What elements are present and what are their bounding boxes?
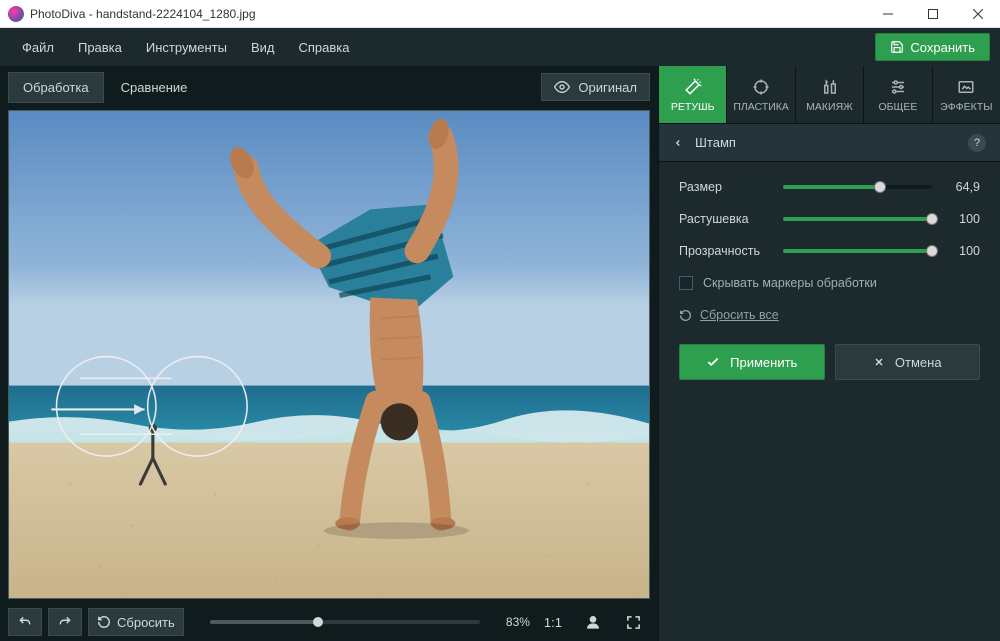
right-pane: РЕТУШЬ ПЛАСТИКА МАКИЯЖ ОБЩЕЕ ЭФФЕКТЫ — [658, 66, 1000, 641]
face-nav-button[interactable] — [576, 608, 610, 636]
size-value: 64,9 — [944, 180, 980, 194]
title-bar: PhotoDiva - handstand-2224104_1280.jpg — [0, 0, 1000, 28]
menu-tools[interactable]: Инструменты — [134, 34, 239, 61]
size-label: Размер — [679, 180, 771, 194]
tab-compare[interactable]: Сравнение — [106, 72, 203, 103]
opacity-slider[interactable] — [783, 249, 932, 253]
panel-title: Штамп — [695, 135, 736, 150]
menu-view[interactable]: Вид — [239, 34, 287, 61]
face-icon — [585, 614, 601, 630]
panel-header: Штамп ? — [659, 124, 1000, 162]
eye-icon — [554, 79, 570, 95]
zoom-value: 83% — [506, 615, 530, 629]
undo-button[interactable] — [8, 608, 42, 636]
toolcat-general[interactable]: ОБЩЕЕ — [864, 66, 932, 123]
original-toggle[interactable]: Оригинал — [541, 73, 650, 101]
bottom-toolbar: Сбросить 83% 1:1 — [0, 603, 658, 641]
opacity-label: Прозрачность — [679, 244, 771, 258]
toolcat-liquify[interactable]: ПЛАСТИКА — [727, 66, 795, 123]
window-title: PhotoDiva - handstand-2224104_1280.jpg — [30, 7, 865, 21]
reset-icon — [97, 615, 111, 629]
target-icon — [752, 78, 770, 96]
reset-all-link[interactable]: Сбросить все — [679, 308, 980, 322]
close-icon — [873, 356, 885, 368]
zoom-slider[interactable] — [190, 620, 500, 624]
cancel-button[interactable]: Отмена — [835, 344, 981, 380]
hide-markers-checkbox[interactable]: Скрывать маркеры обработки — [679, 276, 980, 290]
check-icon — [706, 355, 720, 369]
window-close[interactable] — [955, 0, 1000, 27]
feather-slider[interactable] — [783, 217, 932, 221]
image-canvas[interactable] — [8, 110, 650, 599]
reset-button[interactable]: Сбросить — [88, 608, 184, 636]
left-pane: Обработка Сравнение Оригинал — [0, 66, 658, 641]
help-button[interactable]: ? — [968, 134, 986, 152]
menu-bar: Файл Правка Инструменты Вид Справка Сохр… — [0, 28, 1000, 66]
feather-label: Растушевка — [679, 212, 771, 226]
toolcat-makeup[interactable]: МАКИЯЖ — [796, 66, 864, 123]
save-icon — [890, 40, 904, 54]
back-button[interactable] — [673, 136, 683, 150]
redo-icon — [57, 615, 73, 629]
window-maximize[interactable] — [910, 0, 955, 27]
window-minimize[interactable] — [865, 0, 910, 27]
expand-icon — [626, 615, 641, 630]
menu-file[interactable]: Файл — [10, 34, 66, 61]
tab-processing[interactable]: Обработка — [8, 72, 104, 103]
effects-icon — [957, 78, 975, 96]
app-icon — [8, 6, 24, 22]
makeup-icon — [821, 78, 839, 96]
toolcat-retouch[interactable]: РЕТУШЬ — [659, 66, 727, 123]
one-to-one-button[interactable]: 1:1 — [536, 608, 570, 636]
redo-button[interactable] — [48, 608, 82, 636]
menu-help[interactable]: Справка — [286, 34, 361, 61]
toolcat-effects[interactable]: ЭФФЕКТЫ — [933, 66, 1000, 123]
sliders-icon — [889, 78, 907, 96]
size-slider[interactable] — [783, 185, 932, 189]
feather-value: 100 — [944, 212, 980, 226]
menu-edit[interactable]: Правка — [66, 34, 134, 61]
apply-button[interactable]: Применить — [679, 344, 825, 380]
opacity-value: 100 — [944, 244, 980, 258]
checkbox-icon — [679, 276, 693, 290]
reset-icon — [679, 309, 692, 322]
chevron-left-icon — [673, 136, 683, 150]
save-button[interactable]: Сохранить — [875, 33, 990, 61]
undo-icon — [17, 615, 33, 629]
fullscreen-button[interactable] — [616, 608, 650, 636]
wand-icon — [684, 78, 702, 96]
